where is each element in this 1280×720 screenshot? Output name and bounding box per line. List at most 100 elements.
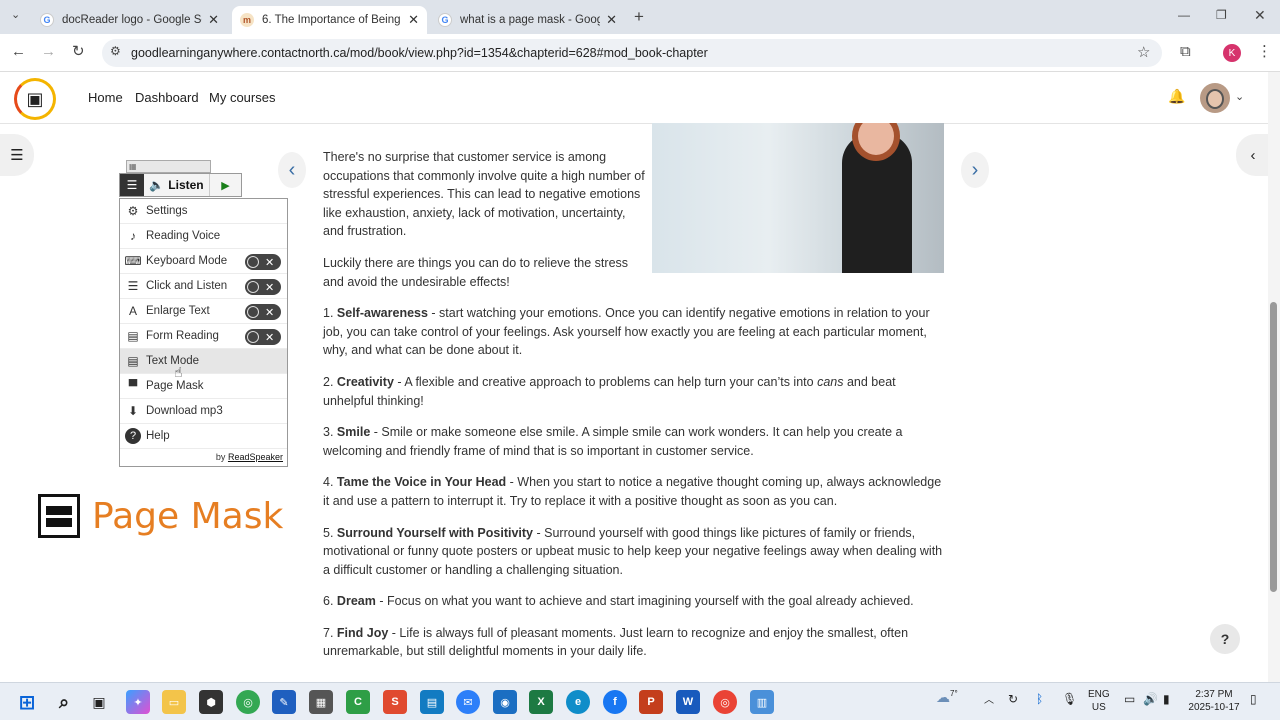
right-drawer-toggle[interactable]: ‹ bbox=[1236, 134, 1270, 176]
maximize-icon[interactable]: ❐ bbox=[1216, 8, 1227, 22]
notification-bell-icon[interactable]: 🔔 bbox=[1168, 88, 1185, 105]
browser-toolbar: ← → ↻ ⚙ goodlearninganywhere.contactnort… bbox=[0, 34, 1280, 72]
weather-icon[interactable]: ☁ bbox=[936, 690, 950, 704]
word-icon[interactable]: W bbox=[676, 690, 700, 714]
scrollbar-thumb[interactable] bbox=[1270, 302, 1277, 592]
menu-item-help[interactable]: ? Help bbox=[120, 424, 287, 449]
tab-google-search-1[interactable]: G docReader logo - Google Searc ✕ bbox=[32, 6, 227, 34]
menu-item-click-and-listen[interactable]: ☰ Click and Listen ✕ bbox=[120, 274, 287, 299]
menu-item-download-mp3[interactable]: ⬇ Download mp3 bbox=[120, 399, 287, 424]
more-menu-icon[interactable]: ⋮ bbox=[1257, 42, 1272, 60]
page-scrollbar[interactable] bbox=[1268, 72, 1280, 682]
close-icon[interactable]: ✕ bbox=[606, 12, 617, 28]
help-button[interactable]: ? bbox=[1210, 624, 1240, 654]
nav-home[interactable]: Home bbox=[88, 90, 123, 105]
windows-taskbar: ⊞ ⌕ ▣ ✦ ▭ ⬢ ◎ ✎ ▦ C S ▤ ✉ ◉ X e f P W ◎ … bbox=[0, 682, 1280, 720]
excel-icon[interactable]: X bbox=[529, 690, 553, 714]
tab-title: 6. The Importance of Being Pos bbox=[262, 14, 402, 26]
windows-start-icon[interactable]: ⊞ bbox=[15, 690, 39, 714]
tip-number: 3. bbox=[323, 425, 334, 440]
close-icon[interactable]: ✕ bbox=[408, 12, 419, 28]
menu-item-label: Reading Voice bbox=[146, 230, 221, 242]
previous-chapter-button[interactable]: ‹ bbox=[278, 152, 306, 188]
next-chapter-button[interactable]: › bbox=[961, 152, 989, 188]
tab-title: docReader logo - Google Searc bbox=[62, 14, 202, 26]
extensions-icon[interactable]: ⧉ bbox=[1180, 43, 1191, 60]
chrome-alt-icon[interactable]: ◎ bbox=[713, 690, 737, 714]
readspeaker-drag-handle[interactable]: ▦ bbox=[126, 160, 211, 173]
tip-1: 1. Self-awareness - start watching your … bbox=[323, 304, 948, 360]
battery-icon[interactable]: ▮ bbox=[1163, 693, 1170, 706]
address-bar[interactable]: ⚙ goodlearninganywhere.contactnorth.ca/m… bbox=[102, 39, 1162, 67]
keyboard-icon: ⌨ bbox=[124, 254, 142, 268]
menu-item-enlarge-text[interactable]: A Enlarge Text ✕ bbox=[120, 299, 287, 324]
window-close-icon[interactable]: ✕ bbox=[1254, 7, 1266, 24]
notification-icon[interactable]: ▯ bbox=[1250, 693, 1257, 706]
nav-my-courses[interactable]: My courses bbox=[209, 90, 275, 105]
chevron-down-icon[interactable]: ⌄ bbox=[1235, 90, 1244, 103]
pen-app-icon[interactable]: ✎ bbox=[272, 690, 296, 714]
readspeaker-menu-icon[interactable]: ☰ bbox=[120, 174, 144, 196]
file-explorer-icon[interactable]: ▭ bbox=[162, 690, 186, 714]
messenger-icon[interactable]: ✉ bbox=[456, 690, 480, 714]
reload-icon[interactable]: ↻ bbox=[72, 42, 85, 60]
menu-item-reading-voice[interactable]: ♪ Reading Voice bbox=[120, 224, 287, 249]
search-icon[interactable]: ⌕ bbox=[52, 690, 76, 714]
bluetooth-icon[interactable]: ᛒ bbox=[1036, 693, 1043, 706]
network-icon[interactable]: ▭ bbox=[1124, 693, 1135, 706]
camtasia-icon[interactable]: C bbox=[346, 690, 370, 714]
tip-number: 4. bbox=[323, 475, 334, 490]
snagit-icon[interactable]: S bbox=[383, 690, 407, 714]
click-and-listen-toggle[interactable]: ✕ bbox=[245, 279, 281, 295]
enlarge-text-toggle[interactable]: ✕ bbox=[245, 304, 281, 320]
play-icon[interactable]: ▶ bbox=[210, 174, 241, 196]
volume-icon[interactable]: 🔊 bbox=[1143, 693, 1158, 706]
close-icon[interactable]: ✕ bbox=[208, 12, 219, 28]
menu-item-form-reading[interactable]: ▤ Form Reading ✕ bbox=[120, 324, 287, 349]
tip-text: - Life is always full of pleasant moment… bbox=[323, 625, 909, 659]
credit-prefix: by bbox=[215, 452, 226, 462]
powerpoint-icon[interactable]: P bbox=[639, 690, 663, 714]
menu-item-label: Download mp3 bbox=[146, 405, 223, 417]
task-view-icon[interactable]: ▣ bbox=[87, 690, 111, 714]
app-cube-icon[interactable]: ⬢ bbox=[199, 690, 223, 714]
minimize-icon[interactable]: — bbox=[1178, 8, 1190, 22]
language-indicator[interactable]: ENG US bbox=[1088, 688, 1110, 714]
form-reading-toggle[interactable]: ✕ bbox=[245, 329, 281, 345]
keyboard-mode-toggle[interactable]: ✕ bbox=[245, 254, 281, 270]
tab-google-search-2[interactable]: G what is a page mask - Google S ✕ bbox=[430, 6, 625, 34]
notepad-icon[interactable]: ▥ bbox=[750, 690, 774, 714]
menu-item-text-mode[interactable]: ▤ Text Mode bbox=[120, 349, 287, 374]
nav-dashboard[interactable]: Dashboard bbox=[135, 90, 199, 105]
back-icon[interactable]: ← bbox=[11, 43, 26, 60]
forward-icon[interactable]: → bbox=[41, 43, 56, 60]
facebook-icon[interactable]: f bbox=[603, 690, 627, 714]
tip-5: 5. Surround Yourself with Positivity - S… bbox=[323, 524, 948, 580]
tab-search-icon[interactable]: ⌄ bbox=[11, 8, 20, 21]
menu-item-settings[interactable]: ⚙ Settings bbox=[120, 199, 287, 224]
site-info-icon[interactable]: ⚙ bbox=[110, 44, 121, 58]
bookmark-star-icon[interactable]: ☆ bbox=[1137, 43, 1150, 61]
tip-number: 1. bbox=[323, 306, 334, 321]
sync-icon[interactable]: ↻ bbox=[1008, 693, 1018, 706]
edge-icon[interactable]: e bbox=[566, 690, 590, 714]
new-tab-icon[interactable]: + bbox=[634, 7, 644, 27]
listen-button[interactable]: 🔈 Listen bbox=[144, 174, 210, 196]
course-index-toggle[interactable]: ☰ bbox=[0, 134, 34, 176]
user-avatar[interactable] bbox=[1200, 83, 1230, 113]
microphone-icon[interactable]: 🎙 bbox=[1062, 693, 1077, 706]
chrome-icon[interactable]: ◎ bbox=[236, 690, 260, 714]
site-logo-icon[interactable]: ▣ bbox=[14, 78, 56, 120]
clock[interactable]: 2:37 PM 2025-10-17 bbox=[1188, 688, 1240, 714]
tip-title: Surround Yourself with Positivity bbox=[336, 525, 534, 540]
calculator-icon[interactable]: ▦ bbox=[309, 690, 333, 714]
media-player-icon[interactable]: ◉ bbox=[493, 690, 517, 714]
profile-avatar[interactable]: K bbox=[1223, 44, 1241, 62]
menu-item-keyboard-mode[interactable]: ⌨ Keyboard Mode ✕ bbox=[120, 249, 287, 274]
menu-item-page-mask[interactable]: ▀ Page Mask bbox=[120, 374, 287, 399]
outlook-calendar-icon[interactable]: ▤ bbox=[420, 690, 444, 714]
tab-book-chapter[interactable]: m 6. The Importance of Being Pos ✕ bbox=[232, 6, 427, 34]
tray-chevron-icon[interactable]: ︿ bbox=[984, 694, 994, 707]
readspeaker-link[interactable]: ReadSpeaker bbox=[228, 452, 283, 462]
copilot-icon[interactable]: ✦ bbox=[126, 690, 150, 714]
